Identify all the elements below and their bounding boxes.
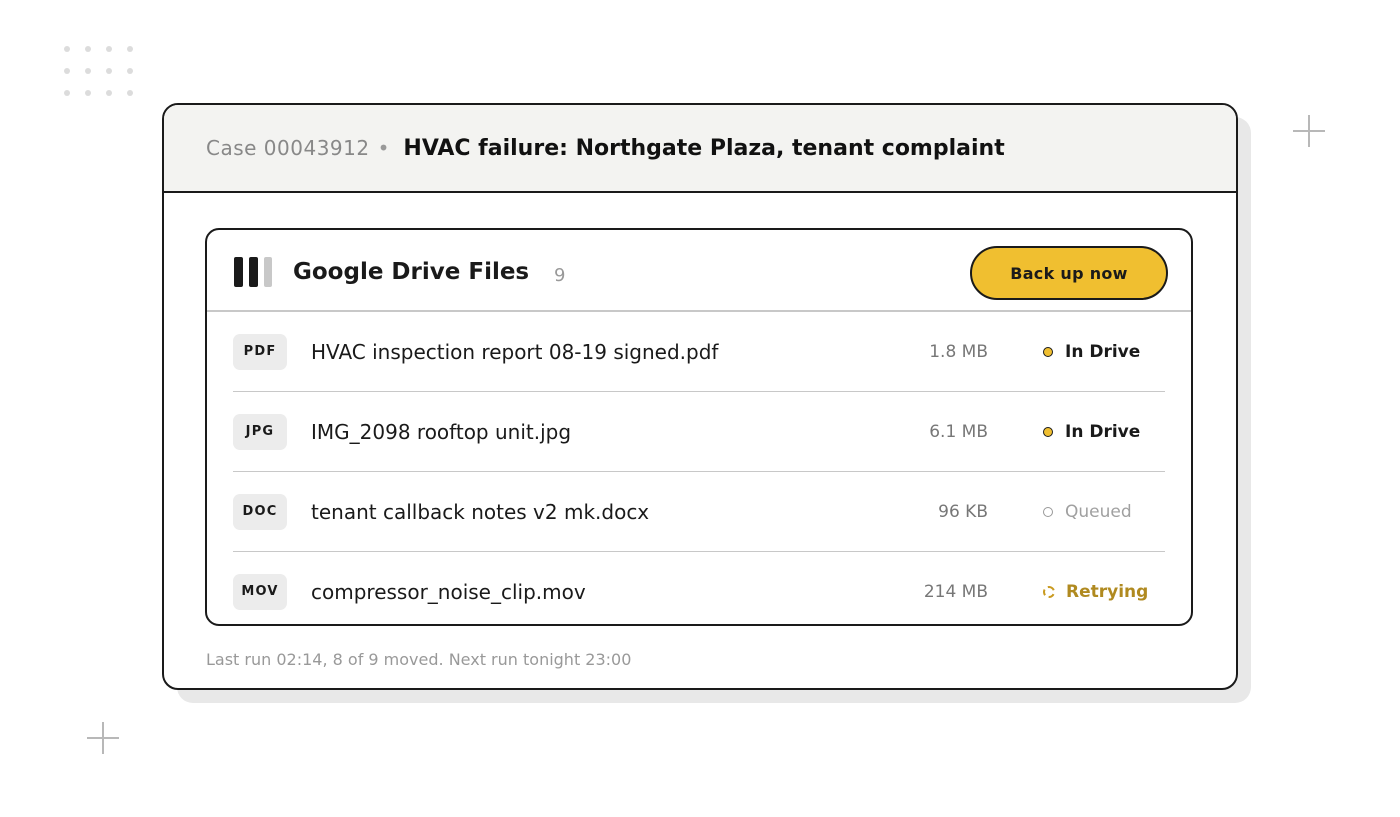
decorative-plus-icon [87,722,119,754]
status-label: In Drive [1065,341,1141,362]
file-row[interactable]: DOC tenant callback notes v2 mk.docx 96 … [233,472,1165,552]
file-name[interactable]: tenant callback notes v2 mk.docx [311,500,649,524]
case-title: HVAC failure: Northgate Plaza, tenant co… [403,135,1005,161]
retry-spinner-icon [1043,585,1055,598]
file-name[interactable]: IMG_2098 rooftop unit.jpg [311,420,571,444]
status-label: Queued [1065,501,1132,522]
file-row[interactable]: PDF HVAC inspection report 08-19 signed.… [233,312,1165,392]
decorative-dot-grid [64,46,144,102]
file-size: 214 MB [923,581,988,602]
status-badge: Retrying [1043,582,1148,602]
file-type-badge: DOC [233,493,287,530]
file-type-badge: PDF [233,333,287,370]
status-badge: Queued [1043,502,1132,522]
google-drive-files-panel: Google Drive Files 9 Back up now PDF HVA… [205,228,1193,626]
back-up-now-button[interactable]: Back up now [970,246,1168,300]
status-dot-icon [1043,346,1053,357]
status-ring-icon [1043,506,1053,517]
case-id: Case 00043912 [206,136,370,160]
file-row[interactable]: JPG IMG_2098 rooftop unit.jpg 6.1 MB In … [233,392,1165,472]
panel-title: Google Drive Files [293,259,530,285]
file-type-badge: MOV [233,573,287,610]
case-header: Case 00043912 • HVAC failure: Northgate … [164,105,1236,193]
file-row[interactable]: MOV compressor_noise_clip.mov 214 MB Ret… [233,552,1165,624]
status-label: In Drive [1065,421,1141,442]
file-name[interactable]: HVAC inspection report 08-19 signed.pdf [311,340,718,364]
decorative-plus-icon [1293,115,1325,147]
file-size: 96 KB [938,501,988,522]
panel-header: Google Drive Files 9 Back up now [207,230,1191,312]
file-name[interactable]: compressor_noise_clip.mov [311,580,586,604]
file-list: PDF HVAC inspection report 08-19 signed.… [207,312,1191,624]
status-badge: In Drive [1043,422,1140,442]
file-type-badge: JPG [233,413,287,450]
status-label: Retrying [1066,581,1149,602]
file-size: 1.8 MB [929,341,988,362]
status-badge: In Drive [1043,342,1140,362]
google-drive-icon [234,257,272,287]
case-card: Case 00043912 • HVAC failure: Northgate … [162,103,1238,690]
header-separator: • [377,136,390,160]
file-count-badge: 9 [554,265,566,286]
file-size: 6.1 MB [929,421,988,442]
status-dot-icon [1043,426,1053,437]
sync-status-footer: Last run 02:14, 8 of 9 moved. Next run t… [206,650,632,669]
